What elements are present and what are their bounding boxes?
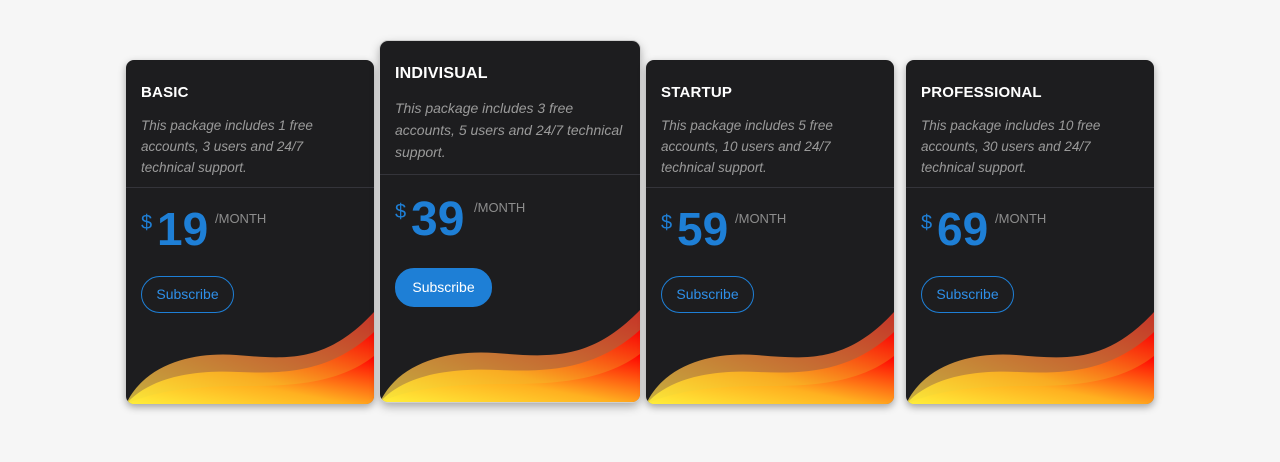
- subscribe-button[interactable]: Subscribe: [921, 276, 1014, 313]
- currency-symbol: $: [395, 201, 407, 223]
- plan-description: This package includes 1 free accounts, 3…: [141, 118, 313, 175]
- plan-description: This package includes 3 free accounts, 5…: [395, 100, 623, 160]
- plan-title: STARTUP: [661, 84, 733, 101]
- currency-symbol: $: [661, 212, 673, 234]
- wave-decoration: [126, 312, 374, 404]
- subscribe-button[interactable]: Subscribe: [141, 276, 234, 313]
- card-header: PROFESSIONAL This package includes 10 fr…: [906, 60, 1154, 175]
- plan-description: This package includes 5 free accounts, 1…: [661, 118, 833, 175]
- price-amount: 39: [411, 193, 465, 246]
- card-header: STARTUP This package includes 5 free acc…: [646, 60, 894, 175]
- price-row: $ 39 /MONTH: [380, 175, 640, 249]
- currency-symbol: $: [921, 212, 933, 234]
- price-period: /MONTH: [735, 211, 787, 226]
- currency-symbol: $: [141, 212, 153, 234]
- pricing-card-basic: BASIC This package includes 1 free accou…: [126, 60, 374, 404]
- plan-title: BASIC: [141, 84, 189, 101]
- plan-title: PROFESSIONAL: [921, 84, 1042, 101]
- pricing-card-startup: STARTUP This package includes 5 free acc…: [646, 60, 894, 404]
- price-row: $ 59 /MONTH: [646, 188, 894, 262]
- pricing-card-professional: PROFESSIONAL This package includes 10 fr…: [906, 60, 1154, 404]
- card-header: BASIC This package includes 1 free accou…: [126, 60, 374, 175]
- wave-decoration: [380, 310, 640, 402]
- price-period: /MONTH: [215, 211, 267, 226]
- price-row: $ 69 /MONTH: [906, 188, 1154, 262]
- subscribe-button[interactable]: Subscribe: [395, 268, 492, 307]
- price-period: /MONTH: [474, 200, 526, 215]
- price-period: /MONTH: [995, 211, 1047, 226]
- price-amount: 69: [937, 203, 989, 255]
- plan-description: This package includes 10 free accounts, …: [921, 118, 1101, 175]
- subscribe-button[interactable]: Subscribe: [661, 276, 754, 313]
- price-row: $ 19 /MONTH: [126, 188, 374, 262]
- price-amount: 59: [677, 203, 729, 255]
- card-header: INDIVISUAL This package includes 3 free …: [380, 41, 640, 174]
- plan-title: INDIVISUAL: [395, 65, 488, 82]
- price-amount: 19: [157, 203, 209, 255]
- wave-decoration: [906, 312, 1154, 404]
- wave-decoration: [646, 312, 894, 404]
- pricing-card-indivisual: INDIVISUAL This package includes 3 free …: [380, 41, 640, 402]
